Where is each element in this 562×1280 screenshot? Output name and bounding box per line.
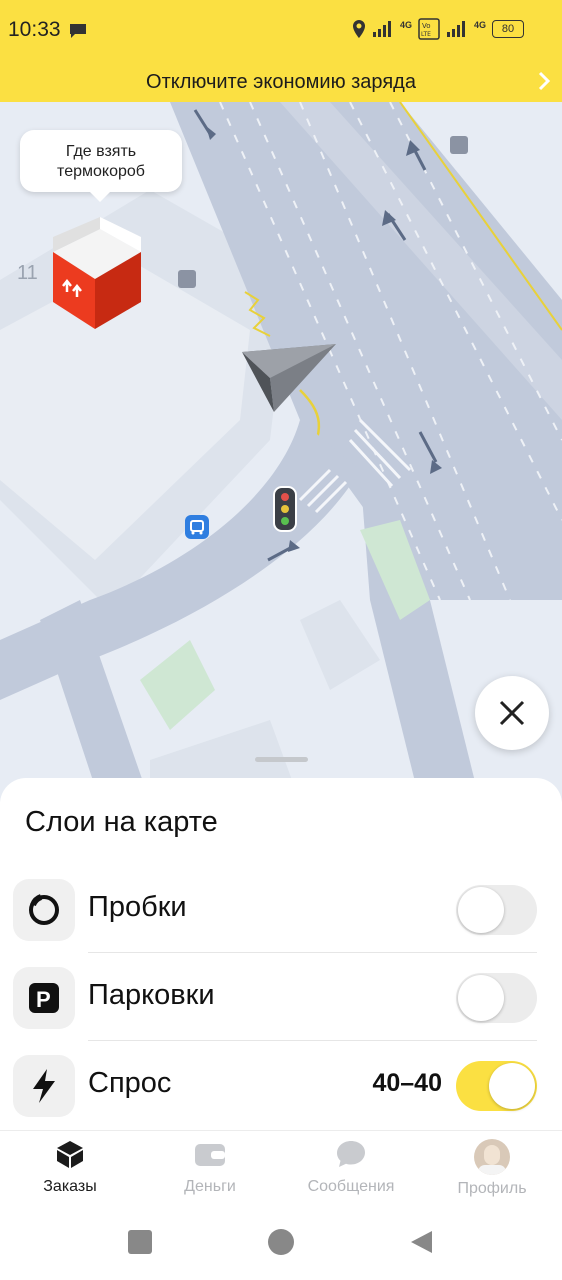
sheet-drag-handle[interactable] [255,757,308,762]
tab-label: Сообщения [307,1178,395,1195]
traffic-toggle[interactable] [456,885,537,935]
tab-label: Заказы [43,1178,97,1195]
tooltip-line2: термокороб [57,163,145,180]
current-location-arrow-icon [240,340,340,425]
volte-icon: VoLTE [418,18,440,40]
layer-row-demand[interactable]: Спрос 40–40 [0,1041,562,1129]
tab-messages[interactable]: Сообщения [281,1139,421,1196]
battery-saver-banner[interactable]: Отключите экономию заряда [0,62,562,102]
recent-apps-button[interactable] [128,1230,152,1254]
battery-icon: 80 [492,20,524,38]
back-triangle-icon [411,1231,432,1253]
svg-text:Vo: Vo [422,22,431,30]
status-time: 10:33 [8,18,61,41]
location-icon [352,20,365,38]
banner-text: Отключите экономию заряда [146,71,416,93]
wallet-icon [195,1144,225,1166]
layer-label: Парковки [88,979,215,1011]
thermo-box-tooltip[interactable]: Где взять термокороб [20,130,182,202]
back-button[interactable] [408,1229,434,1260]
signal-icon-2 [446,21,465,37]
tab-label: Профиль [457,1180,527,1197]
chevron-right-icon [536,70,552,97]
tab-money[interactable]: Деньги [140,1139,280,1196]
tooltip-line1: Где взять [65,143,137,160]
home-button[interactable] [268,1229,294,1255]
lightning-icon [13,1055,75,1117]
message-notification-icon [68,22,88,45]
system-navigation-bar [0,1210,562,1280]
layer-label: Спрос [88,1067,172,1099]
orders-cube-icon [57,1141,83,1168]
status-bar: 10:33 4G Vo LTE 4G 80 [0,0,562,62]
tab-profile[interactable]: Профиль [422,1139,562,1198]
signal-icon [372,21,391,37]
demand-value: 40–40 [372,1069,442,1097]
layer-label: Пробки [88,891,187,923]
sheet-title: Слои на карте [25,806,218,838]
close-button[interactable] [475,676,549,750]
status-indicators: 4G Vo LTE 4G 80 [352,18,524,40]
bus-stop-icon[interactable] [184,514,210,545]
traffic-light-icon [273,486,297,537]
svg-text:P: P [36,987,51,1012]
battery-level: 80 [501,23,515,35]
tab-orders[interactable]: Заказы [0,1139,140,1196]
network-type-2: 4G [473,20,486,30]
parking-toggle[interactable] [456,973,537,1023]
tab-label: Деньги [184,1178,236,1195]
close-icon [499,700,525,726]
bottom-navigation: Заказы Деньги Сообщения Профиль [0,1130,562,1211]
network-type-1: 4G [399,20,412,30]
parking-icon: P [13,967,75,1029]
avatar [474,1139,510,1175]
svg-text:LTE: LTE [421,31,431,38]
traffic-icon [13,879,75,941]
chat-icon [337,1141,365,1167]
layer-row-traffic[interactable]: Пробки [0,865,562,953]
building-number: 11 [17,262,38,284]
layer-row-parking[interactable]: P Парковки [0,953,562,1041]
map-layers-sheet: Слои на карте Пробки P Парковки Спрос 40… [0,778,562,1130]
thermo-box-icon[interactable] [45,207,145,337]
demand-toggle[interactable] [456,1061,537,1111]
